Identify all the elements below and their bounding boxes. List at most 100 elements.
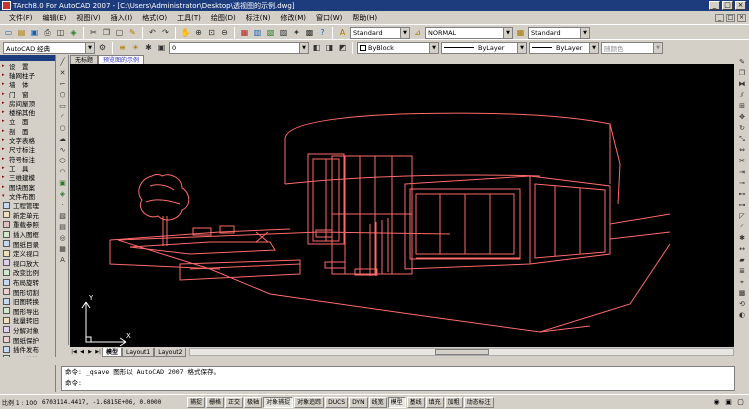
layer-manager-icon[interactable]: ≡	[117, 42, 128, 53]
command-window-grip[interactable]	[0, 357, 749, 365]
panel-item-protect[interactable]: 图纸保护	[0, 335, 55, 345]
fill-toggle[interactable]: 填充	[425, 396, 444, 408]
workspace-select[interactable]: AutoCAD 经典 ▼	[3, 41, 95, 54]
dist-icon[interactable]: ↔	[737, 244, 748, 254]
scale-icon[interactable]: ⤡	[737, 134, 748, 144]
area-icon[interactable]: ▰	[737, 255, 748, 265]
menu-edit[interactable]: 编辑(E)	[38, 13, 72, 23]
ducs-toggle[interactable]: DUCS	[325, 396, 349, 408]
tab-layout1[interactable]: Layout1	[122, 347, 155, 357]
tab-untitled[interactable]: 无标题	[70, 55, 99, 64]
layer-freeze-icon[interactable]: ✱	[143, 42, 154, 53]
render-icon[interactable]: ◐	[737, 310, 748, 320]
layer-select[interactable]: 0 ▼	[169, 41, 309, 54]
panel-item-axis[interactable]: ▸ 轴网柱子	[0, 70, 55, 80]
linetype-select[interactable]: ByLayer ▼	[441, 41, 527, 54]
hatch-icon[interactable]: ▧	[58, 211, 68, 221]
stretch-icon[interactable]: ⇔	[737, 145, 748, 155]
tab-layout2[interactable]: Layout2	[154, 347, 187, 357]
orbit-icon[interactable]: ⟲	[737, 299, 748, 309]
polar-toggle[interactable]: 极轴	[244, 396, 263, 408]
sheet-set-icon[interactable]: ▨	[278, 27, 289, 38]
dynamic-dim-toggle[interactable]: 动态标注	[463, 396, 494, 408]
properties-icon[interactable]: ▦	[239, 27, 250, 38]
design-center-icon[interactable]: ▥	[252, 27, 263, 38]
menu-draw[interactable]: 绘图(D)	[206, 13, 241, 23]
panel-item-section[interactable]: ▸ 剖 面	[0, 126, 55, 136]
menu-tools[interactable]: 工具(T)	[172, 13, 206, 23]
osnap-toggle[interactable]: 对象捕捉	[263, 396, 294, 408]
minimize-button[interactable]: _	[709, 1, 720, 10]
break-icon[interactable]: ⊷	[737, 189, 748, 199]
menu-insert[interactable]: 插入(I)	[106, 13, 138, 23]
new-icon[interactable]: ▭	[3, 27, 14, 38]
make-current-icon[interactable]: ◧	[311, 42, 322, 53]
panel-item-new-unit[interactable]: 新定单元	[0, 210, 55, 220]
list-icon[interactable]: ≣	[737, 266, 748, 276]
panel-item-rotate-layout[interactable]: 布局旋转	[0, 277, 55, 287]
lineweight-select[interactable]: ByLayer ▼	[529, 41, 599, 54]
fillet-icon[interactable]: ◜	[737, 222, 748, 232]
panel-item-settings[interactable]: ▸ 设 置	[0, 61, 55, 71]
menu-modify[interactable]: 修改(M)	[275, 13, 311, 23]
ellipse-icon[interactable]: ⬭	[58, 156, 68, 166]
construction-line-icon[interactable]: ✕	[58, 68, 68, 78]
workspace-settings-icon[interactable]: ⚙	[97, 42, 108, 53]
zoom-previous-icon[interactable]: ⊖	[219, 27, 230, 38]
plotstyle-select[interactable]: 随颜色 ▼	[601, 41, 663, 54]
panel-item-dimension[interactable]: ▸ 尺寸标注	[0, 145, 55, 154]
mtext-icon[interactable]: A	[58, 255, 68, 265]
menu-help[interactable]: 帮助(H)	[347, 13, 382, 23]
clean-screen-icon[interactable]: ▢	[736, 398, 745, 407]
gradient-icon[interactable]: ▤	[58, 222, 68, 232]
panel-item-convert-old[interactable]: 旧图转换	[0, 296, 55, 306]
command-scrollbar[interactable]	[735, 366, 749, 391]
print-icon[interactable]: ⎙	[42, 27, 53, 38]
panel-item-3d[interactable]: ▸ 三维建模	[0, 173, 55, 182]
trim-icon[interactable]: ✂	[737, 156, 748, 166]
panel-item-cut-drawing[interactable]: 图形切割	[0, 287, 55, 297]
insert-block-icon[interactable]: ▣	[58, 178, 68, 188]
first-tab-button[interactable]: |◀	[70, 348, 78, 356]
calculator-icon[interactable]: ▩	[304, 27, 315, 38]
explode-icon[interactable]: ✱	[737, 233, 748, 243]
tab-perspective-example[interactable]: 预览图的示例	[98, 55, 145, 64]
panel-item-symbol[interactable]: ▸ 符号标注	[0, 154, 55, 164]
drawing-canvas[interactable]: Y X	[70, 64, 734, 347]
pan-icon[interactable]: ✋	[180, 27, 191, 38]
move-icon[interactable]: ✥	[737, 112, 748, 122]
doc-restore-button[interactable]: □	[726, 13, 735, 22]
array-icon[interactable]: ⊞	[737, 101, 748, 111]
join-icon[interactable]: ⊶	[737, 200, 748, 210]
zoom-realtime-icon[interactable]: ⊕	[193, 27, 204, 38]
doc-minimize-button[interactable]: _	[715, 13, 724, 22]
markup-icon[interactable]: ✦	[291, 27, 302, 38]
arc-icon[interactable]: ◜	[58, 112, 68, 122]
color-select[interactable]: ByBlock ▼	[357, 41, 439, 54]
undo-icon[interactable]: ↶	[147, 27, 158, 38]
panel-item-wall[interactable]: ▸ 墙 体	[0, 80, 55, 89]
rectangle-icon[interactable]: ▭	[58, 101, 68, 111]
copy-object-icon[interactable]: ❐	[737, 68, 748, 78]
break-point-icon[interactable]: ⊸	[737, 178, 748, 188]
redo-icon[interactable]: ↷	[160, 27, 171, 38]
circle-icon[interactable]: ○	[58, 123, 68, 133]
spline-icon[interactable]: ∿	[58, 145, 68, 155]
bold-toggle[interactable]: 加粗	[444, 396, 463, 408]
offset-icon[interactable]: ⫽	[737, 90, 748, 100]
menu-window[interactable]: 窗口(W)	[311, 13, 347, 23]
baseline-toggle[interactable]: 基线	[406, 396, 425, 408]
panel-item-reload[interactable]: 重载参照	[0, 220, 55, 229]
zoom-window-icon[interactable]: ⊡	[206, 27, 217, 38]
massprop-icon[interactable]: ▩	[737, 288, 748, 298]
model-toggle[interactable]: 模型	[387, 396, 406, 408]
command-prompt[interactable]: 命令:	[62, 378, 734, 389]
menu-dimension[interactable]: 标注(N)	[241, 13, 276, 23]
comm-center-icon[interactable]: ◉	[712, 398, 721, 407]
make-block-icon[interactable]: ◈	[58, 189, 68, 199]
tool-palettes-icon[interactable]: ▧	[265, 27, 276, 38]
scale-readout[interactable]: 比例 1 : 100	[2, 398, 42, 407]
horizontal-scrollbar[interactable]	[189, 348, 734, 356]
region-icon[interactable]: ◎	[58, 233, 68, 243]
panel-item-elevation[interactable]: ▸ 立 面	[0, 117, 55, 126]
